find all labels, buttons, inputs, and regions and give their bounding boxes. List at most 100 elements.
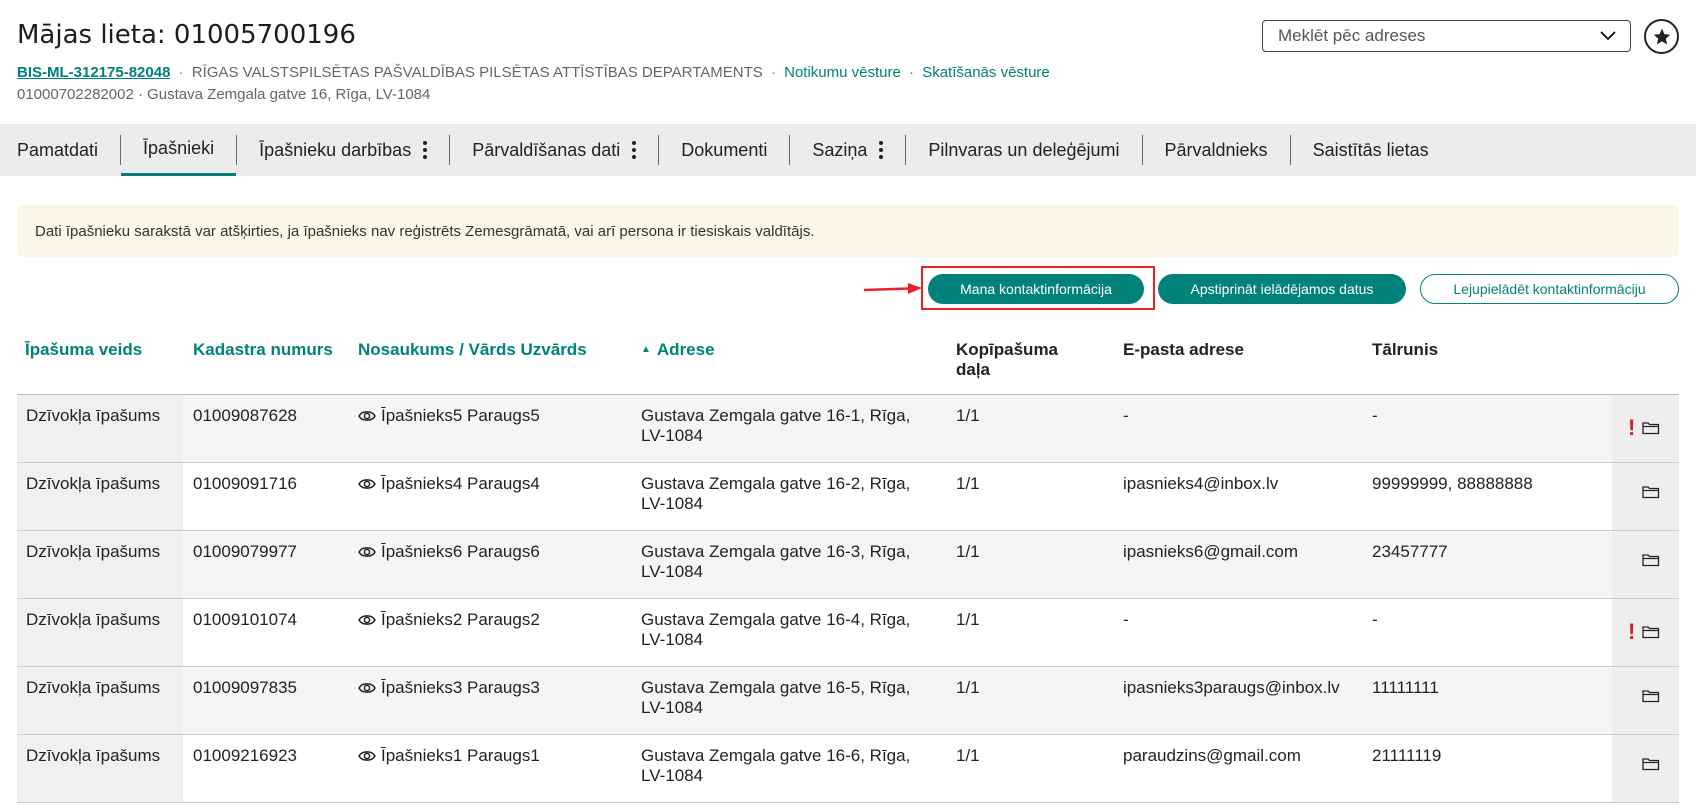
eye-icon[interactable] bbox=[358, 545, 376, 559]
download-contacts-button[interactable]: Lejupielādēt kontaktinformāciju bbox=[1420, 274, 1679, 304]
table-row[interactable]: Dzīvokļa īpašums 01009216923 Īpašnieks1 … bbox=[17, 735, 1679, 803]
kebab-menu-icon[interactable] bbox=[879, 141, 884, 159]
cell-owner[interactable]: Īpašnieks6 Paraugs6 bbox=[358, 542, 540, 562]
cell-owner[interactable]: Īpašnieks5 Paraugs5 bbox=[358, 406, 540, 426]
cell-share: 1/1 bbox=[956, 542, 980, 561]
folder-icon[interactable] bbox=[1642, 553, 1660, 567]
tab-parvaldnieks[interactable]: Pārvaldnieks bbox=[1143, 124, 1290, 176]
address-search-select[interactable]: Meklēt pēc adreses bbox=[1262, 20, 1631, 52]
table-row[interactable]: Dzīvokļa īpašums 01009087628 Īpašnieks5 … bbox=[17, 395, 1679, 463]
tab-sazina[interactable]: Saziņa bbox=[790, 124, 905, 176]
folder-icon[interactable] bbox=[1642, 757, 1660, 771]
events-history-link[interactable]: Notikumu vēsture bbox=[784, 64, 901, 81]
warning-icon: ! bbox=[1628, 415, 1636, 440]
address-line2: LV-1084 bbox=[641, 630, 704, 649]
cell-owner[interactable]: Īpašnieks2 Paraugs2 bbox=[358, 610, 540, 630]
col-address[interactable]: ▲ Adrese bbox=[641, 340, 715, 363]
cell-cadastre: 01009079977 bbox=[193, 542, 298, 561]
folder-icon[interactable] bbox=[1642, 421, 1660, 435]
col-cadastre[interactable]: Kadastra numurs bbox=[193, 340, 333, 360]
eye-icon[interactable] bbox=[358, 477, 376, 491]
case-id-link[interactable]: BIS-ML-312175-82048 bbox=[17, 64, 170, 81]
red-arrow-icon bbox=[864, 283, 922, 294]
table-row[interactable]: Dzīvokļa īpašums 01009101074 Īpašnieks2 … bbox=[17, 599, 1679, 667]
cell-email: - bbox=[1123, 610, 1129, 629]
col-property-type[interactable]: Īpašuma veids bbox=[25, 340, 142, 360]
owner-name: Īpašnieks2 Paraugs2 bbox=[381, 610, 540, 629]
tab-label: Pamatdati bbox=[17, 139, 99, 160]
tab-parvaldisanas-dati[interactable]: Pārvaldīšanas dati bbox=[450, 124, 658, 176]
row-actions bbox=[1628, 553, 1660, 567]
col-phone: Tālrunis bbox=[1372, 340, 1439, 359]
cell-share: 1/1 bbox=[956, 678, 980, 697]
eye-icon[interactable] bbox=[358, 613, 376, 627]
department-name: RĪGAS VALSTSPILSĒTAS PAŠVALDĪBAS PILSĒTA… bbox=[191, 64, 763, 81]
cell-owner[interactable]: Īpašnieks3 Paraugs3 bbox=[358, 678, 540, 698]
tab-label: Dokumenti bbox=[681, 139, 768, 160]
tab-pilnvaras[interactable]: Pilnvaras un deleģējumi bbox=[906, 124, 1141, 176]
folder-icon[interactable] bbox=[1642, 625, 1660, 639]
cell-address: Gustava Zemgala gatve 16-1, Rīga, LV-1084 bbox=[641, 406, 910, 446]
owner-name: Īpašnieks5 Paraugs5 bbox=[381, 406, 540, 425]
tab-label: Pārvaldnieks bbox=[1164, 139, 1268, 160]
warning-icon: ! bbox=[1628, 619, 1636, 644]
cell-cadastre: 01009101074 bbox=[193, 610, 298, 629]
address-search-placeholder: Meklēt pēc adreses bbox=[1278, 26, 1426, 45]
address-line2: LV-1084 bbox=[641, 494, 704, 513]
separator: · bbox=[178, 64, 184, 81]
table-row[interactable]: Dzīvokļa īpašums 01009079977 Īpašnieks6 … bbox=[17, 531, 1679, 599]
cell-share: 1/1 bbox=[956, 474, 980, 493]
cell-owner[interactable]: Īpašnieks4 Paraugs4 bbox=[358, 474, 540, 494]
col-name[interactable]: Nosaukums / Vārds Uzvārds bbox=[358, 340, 587, 360]
row-actions: ! bbox=[1628, 417, 1660, 439]
owner-name: Īpašnieks6 Paraugs6 bbox=[381, 542, 540, 561]
page-header: Mājas lieta: 01005700196 BIS-ML-312175-8… bbox=[17, 18, 1117, 104]
tab-pamatdati[interactable]: Pamatdati bbox=[0, 124, 120, 176]
confirm-data-button[interactable]: Apstiprināt ielādējamos datus bbox=[1158, 274, 1406, 304]
sort-ascending-icon: ▲ bbox=[641, 344, 651, 355]
eye-icon[interactable] bbox=[358, 749, 376, 763]
col-email: E-pasta adrese bbox=[1123, 340, 1244, 359]
cell-cadastre: 01009216923 bbox=[193, 746, 298, 765]
separator: · bbox=[909, 64, 915, 81]
tab-ipasnieku-darbibas[interactable]: Īpašnieku darbības bbox=[237, 124, 449, 176]
folder-icon[interactable] bbox=[1642, 689, 1660, 703]
row-actions bbox=[1628, 757, 1660, 771]
address-line1: Gustava Zemgala gatve 16-4, Rīga, bbox=[641, 610, 911, 629]
col-share: Kopīpašuma daļa bbox=[956, 340, 1058, 380]
table-row[interactable]: Dzīvokļa īpašums 01009097835 Īpašnieks3 … bbox=[17, 667, 1679, 735]
tab-ipasnieki[interactable]: Īpašnieki bbox=[121, 124, 237, 176]
col-address-label: Adrese bbox=[656, 340, 715, 359]
address-line1: Gustava Zemgala gatve 16-2, Rīga, bbox=[641, 474, 911, 493]
my-contact-info-button[interactable]: Mana kontaktinformācija bbox=[928, 274, 1144, 304]
favorite-button[interactable] bbox=[1644, 19, 1679, 54]
cell-email: ipasnieks3paraugs@inbox.lv bbox=[1123, 678, 1340, 697]
kebab-menu-icon[interactable] bbox=[632, 141, 637, 159]
table-row[interactable]: Dzīvokļa īpašums 01009091716 Īpašnieks4 … bbox=[17, 463, 1679, 531]
folder-icon[interactable] bbox=[1642, 485, 1660, 499]
cell-email: paraudzins@gmail.com bbox=[1123, 746, 1301, 765]
cell-address: Gustava Zemgala gatve 16-6, Rīga, LV-1084 bbox=[641, 746, 910, 786]
owner-name: Īpašnieks1 Paraugs1 bbox=[381, 746, 540, 765]
address-line2: LV-1084 bbox=[641, 698, 704, 717]
address-line2: LV-1084 bbox=[641, 426, 704, 445]
cell-phone: - bbox=[1372, 406, 1378, 425]
table-header: Īpašuma veids Kadastra numurs Nosaukums … bbox=[17, 330, 1679, 395]
cell-property-type: Dzīvokļa īpašums bbox=[26, 542, 161, 561]
eye-icon[interactable] bbox=[358, 409, 376, 423]
views-history-link[interactable]: Skatīšanās vēsture bbox=[922, 64, 1050, 81]
tab-label: Pārvaldīšanas dati bbox=[472, 139, 621, 160]
address-line1: Gustava Zemgala gatve 16-3, Rīga, bbox=[641, 542, 911, 561]
cell-property-type: Dzīvokļa īpašums bbox=[26, 746, 161, 765]
tab-saistitas-lietas[interactable]: Saistītās lietas bbox=[1291, 124, 1451, 176]
building-address-line: 01000702282002 · Gustava Zemgala gatve 1… bbox=[17, 86, 431, 103]
eye-icon[interactable] bbox=[358, 681, 376, 695]
star-icon bbox=[1653, 28, 1670, 44]
cell-address: Gustava Zemgala gatve 16-5, Rīga, LV-1084 bbox=[641, 678, 910, 718]
address-line2: LV-1084 bbox=[641, 766, 704, 785]
kebab-menu-icon[interactable] bbox=[423, 141, 428, 159]
cell-email: ipasnieks4@inbox.lv bbox=[1123, 474, 1279, 493]
tab-dokumenti[interactable]: Dokumenti bbox=[659, 124, 789, 176]
cell-owner[interactable]: Īpašnieks1 Paraugs1 bbox=[358, 746, 540, 766]
cell-share: 1/1 bbox=[956, 610, 980, 629]
